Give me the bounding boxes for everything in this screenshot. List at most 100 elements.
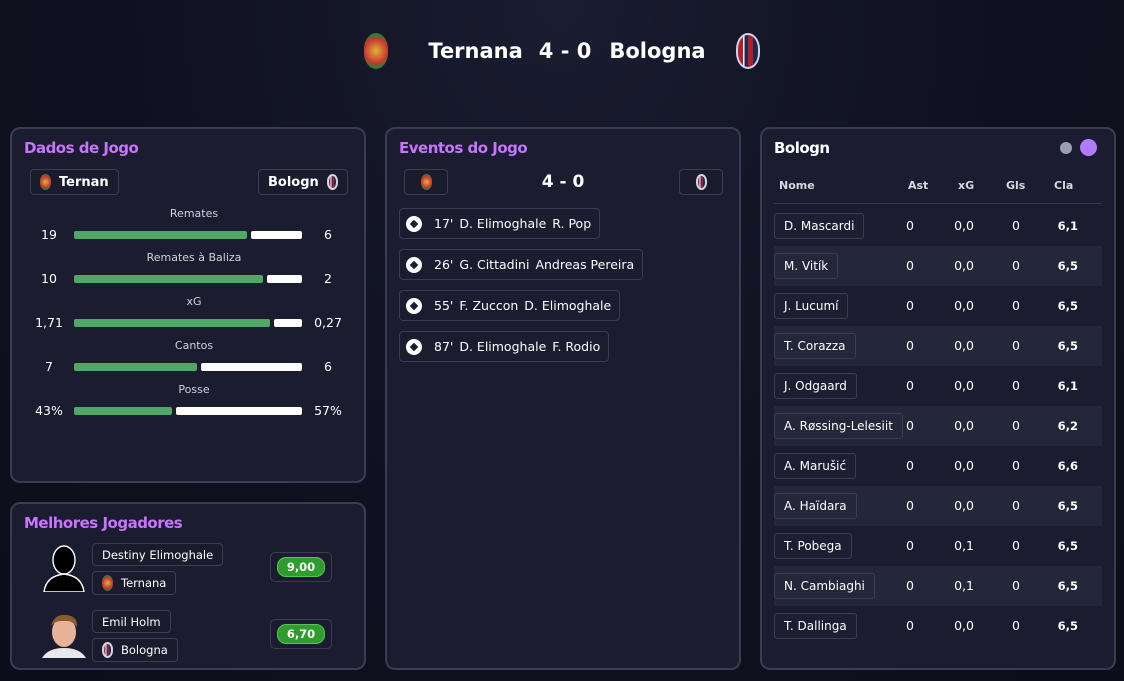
- lineup-title: Bologn: [774, 139, 830, 157]
- home-stat-bar: [74, 407, 172, 415]
- away-team-chip[interactable]: Bologn: [258, 169, 348, 195]
- away-team-chip[interactable]: [679, 169, 723, 195]
- stat-label: xG: [186, 295, 202, 308]
- col-name[interactable]: Nome: [779, 179, 815, 192]
- event-minute: 17': [434, 216, 454, 231]
- ast-value: 0: [906, 218, 914, 233]
- lineup-panel: Bologn Nome Ast xG Gls Cla D. Mascardi 0 0…: [760, 127, 1116, 670]
- goal-event[interactable]: 87' D. Elimoghale F. Rodio: [399, 331, 610, 362]
- toggle-dot-inactive[interactable]: [1060, 142, 1072, 154]
- table-row[interactable]: M. Vitík 0 0,0 0 6,5: [774, 246, 1102, 286]
- goal-event[interactable]: 55' F. Zuccon D. Elimoghale: [399, 290, 621, 321]
- player-rating: 9,00: [270, 552, 332, 582]
- table-row[interactable]: D. Mascardi 0 0,0 0 6,1: [774, 206, 1102, 246]
- bologna-crest-icon: [102, 642, 113, 658]
- ast-value: 0: [906, 338, 914, 353]
- player-name: Emil Holm: [102, 614, 161, 629]
- gls-value: 0: [1012, 298, 1020, 313]
- player-name-chip[interactable]: J. Lucumí: [774, 293, 849, 319]
- football-icon: [406, 297, 422, 314]
- player-rating-value: 9,00: [276, 557, 326, 577]
- header-divider: [774, 203, 1102, 204]
- home-stat-bar: [74, 319, 270, 327]
- player-name-chip[interactable]: T. Corazza: [774, 333, 856, 359]
- ast-value: 0: [906, 298, 914, 313]
- table-row[interactable]: T. Corazza 0 0,0 0 6,5: [774, 326, 1102, 366]
- player-name-chip[interactable]: T. Pobega: [774, 533, 852, 559]
- player-name-chip[interactable]: A. Haïdara: [774, 493, 857, 519]
- col-cla[interactable]: Cla: [1054, 179, 1073, 192]
- away-stat-value: 6: [324, 227, 332, 242]
- player-name-chip[interactable]: J. Odgaard: [774, 373, 857, 399]
- away-stat-bar: [267, 275, 302, 283]
- gls-value: 0: [1012, 458, 1020, 473]
- cla-value: 6,5: [1057, 499, 1078, 513]
- cla-value: 6,1: [1057, 379, 1078, 393]
- away-stat-bar: [274, 319, 302, 327]
- cla-value: 6,6: [1057, 459, 1078, 473]
- player-team-chip[interactable]: Ternana: [92, 571, 177, 595]
- table-row[interactable]: J. Lucumí 0 0,0 0 6,5: [774, 286, 1102, 326]
- col-gls[interactable]: Gls: [1006, 179, 1025, 192]
- event-scorer: G. Cittadini: [459, 257, 530, 272]
- table-row[interactable]: T. Pobega 0 0,1 0 6,5: [774, 526, 1102, 566]
- gls-value: 0: [1012, 338, 1020, 353]
- football-icon: [406, 256, 422, 273]
- cla-value: 6,5: [1057, 539, 1078, 553]
- ast-value: 0: [906, 498, 914, 513]
- player-name-chip[interactable]: Emil Holm: [92, 610, 171, 633]
- table-row[interactable]: A. Haïdara 0 0,0 0 6,5: [774, 486, 1102, 526]
- football-icon: [406, 338, 422, 355]
- event-minute: 55': [434, 298, 454, 313]
- ast-value: 0: [906, 538, 914, 553]
- home-team-chip[interactable]: Ternan: [30, 169, 119, 195]
- table-row[interactable]: J. Odgaard 0 0,0 0 6,1: [774, 366, 1102, 406]
- event-assist: D. Elimoghale: [524, 298, 612, 313]
- table-row[interactable]: A. Røssing-Lelesiit 0 0,0 0 6,2: [774, 406, 1102, 446]
- home-stat-bar: [74, 275, 263, 283]
- player-name-chip[interactable]: T. Dallinga: [774, 613, 857, 639]
- player-name-chip[interactable]: M. Vitík: [774, 253, 839, 279]
- gls-value: 0: [1012, 538, 1020, 553]
- table-row[interactable]: T. Dallinga 0 0,0 0 6,5: [774, 606, 1102, 646]
- away-stat-bar: [251, 231, 302, 239]
- home-stat-value: 19: [41, 227, 57, 242]
- cla-value: 6,5: [1057, 619, 1078, 633]
- stat-label: Remates: [169, 207, 219, 220]
- player-name-chip[interactable]: A. Marušić: [774, 453, 857, 479]
- away-stat-bar: [201, 363, 302, 371]
- bologna-crest-icon: [735, 33, 760, 69]
- player-team-chip[interactable]: Bologna: [92, 638, 178, 662]
- event-scorer: D. Elimoghale: [459, 216, 547, 231]
- match-score: 4 - 0: [538, 39, 592, 63]
- toggle-dot-active[interactable]: [1080, 139, 1097, 156]
- stat-label: Remates à Baliza: [146, 251, 242, 264]
- player-name-chip[interactable]: D. Mascardi: [774, 213, 865, 239]
- player-name: Destiny Elimoghale: [102, 547, 214, 562]
- match-stats-panel: Dados de Jogo Ternan Bologn Remates 19 6 Re…: [10, 127, 366, 483]
- best-players-panel: Melhores Jogadores Destiny Elimoghale Te…: [10, 502, 366, 670]
- home-stat-bar: [74, 231, 247, 239]
- home-stat-value: 7: [45, 359, 53, 374]
- home-stat-value: 43%: [35, 403, 63, 418]
- player-name-chip[interactable]: Destiny Elimoghale: [92, 543, 224, 566]
- table-row[interactable]: N. Cambiaghi 0 0,1 0 6,5: [774, 566, 1102, 606]
- cla-value: 6,1: [1057, 219, 1078, 233]
- gls-value: 0: [1012, 218, 1020, 233]
- table-row[interactable]: A. Marušić 0 0,0 0 6,6: [774, 446, 1102, 486]
- goal-event[interactable]: 26' G. Cittadini Andreas Pereira: [399, 249, 644, 280]
- col-ast[interactable]: Ast: [908, 179, 928, 192]
- home-stat-bar: [74, 363, 197, 371]
- goal-event[interactable]: 17' D. Elimoghale R. Pop: [399, 208, 601, 239]
- col-xg[interactable]: xG: [958, 179, 974, 192]
- ast-value: 0: [906, 618, 914, 633]
- ast-value: 0: [906, 378, 914, 393]
- gls-value: 0: [1012, 498, 1020, 513]
- bologna-crest-icon: [695, 174, 707, 190]
- stat-label: Posse: [178, 383, 210, 396]
- player-silhouette-icon: [43, 545, 85, 592]
- player-photo: [42, 614, 86, 658]
- away-stat-bar: [176, 407, 302, 415]
- ternana-crest-icon: [40, 174, 51, 190]
- away-team-name: Bologna: [609, 39, 706, 63]
